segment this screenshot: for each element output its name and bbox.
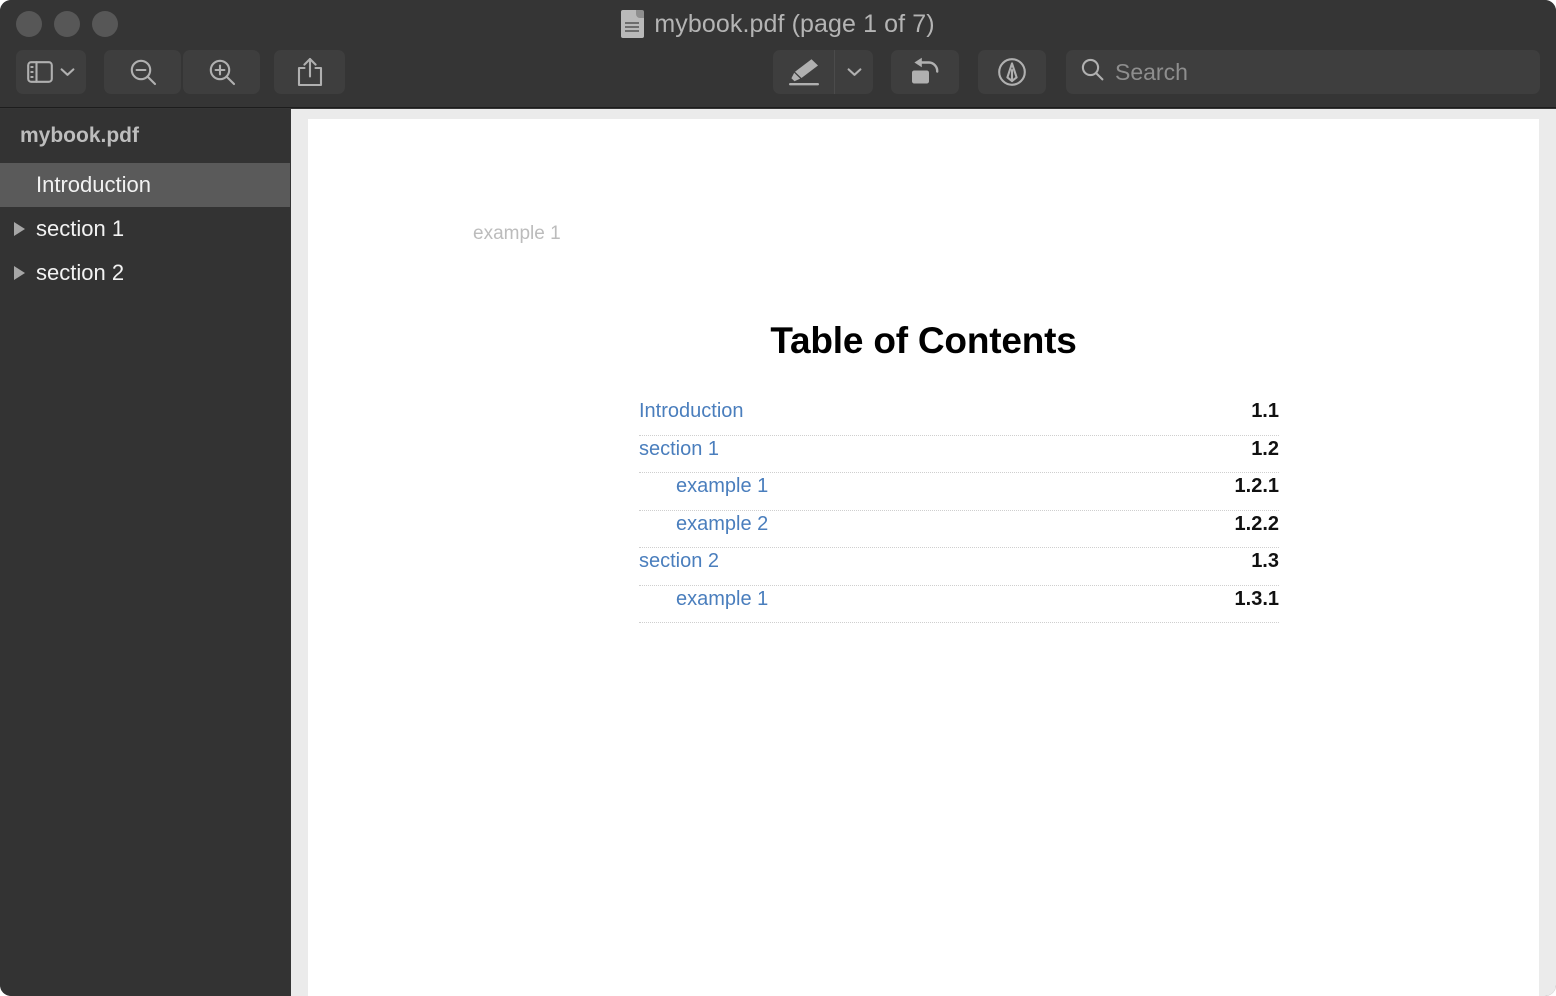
share-button[interactable] — [274, 50, 345, 94]
toc-entry-link[interactable]: section 2 — [639, 548, 719, 574]
toc-entry-number: 1.1 — [1251, 400, 1279, 422]
zoom-in-icon — [206, 56, 238, 88]
sidebar-item-section-2[interactable]: section 2 — [0, 251, 290, 295]
toc-entry-link[interactable]: example 2 — [676, 511, 768, 537]
zoom-in-button[interactable] — [183, 50, 260, 94]
window-title: mybook.pdf (page 1 of 7) — [654, 9, 935, 38]
toc-entry[interactable]: Introduction 1.1 — [639, 398, 1279, 436]
sidebar-item-introduction[interactable]: Introduction — [0, 163, 290, 207]
rotate-left-icon — [908, 57, 942, 87]
highlight-button[interactable] — [773, 50, 873, 94]
toc-entry-link[interactable]: example 1 — [676, 473, 768, 499]
toc-entry[interactable]: example 2 1.2.2 — [639, 511, 1279, 548]
toc-entry-number: 1.2 — [1251, 437, 1279, 460]
pdf-page: example 1 Table of Contents Introduction… — [308, 119, 1539, 996]
minimize-button[interactable] — [54, 11, 80, 37]
window-title-area: mybook.pdf (page 1 of 7) — [0, 6, 1556, 42]
markup-button[interactable] — [978, 50, 1046, 94]
chevron-down-icon — [60, 67, 75, 77]
sidebar-item-label: section 1 — [36, 216, 125, 241]
toc-entry[interactable]: example 1 1.2.1 — [639, 473, 1279, 511]
window-controls — [16, 11, 118, 37]
page-title: Table of Contents — [770, 320, 1077, 361]
toc-entry-link[interactable]: Introduction — [639, 398, 744, 424]
highlighter-pen-icon[interactable] — [773, 50, 835, 94]
disclosure-triangle-icon[interactable] — [14, 222, 36, 236]
close-button[interactable] — [16, 11, 42, 37]
sidebar-icon — [27, 61, 53, 83]
zoom-out-button[interactable] — [104, 50, 181, 94]
share-icon — [297, 57, 323, 87]
toc-entry-number: 1.3.1 — [1234, 587, 1279, 610]
toc-entry[interactable]: example 1 1.3.1 — [639, 586, 1279, 623]
pdf-content-area[interactable]: example 1 Table of Contents Introduction… — [291, 109, 1556, 996]
rotate-left-button[interactable] — [891, 50, 959, 94]
pdf-document-icon — [621, 10, 645, 38]
sidebar-item-label: Introduction — [36, 172, 151, 197]
toc-entry-link[interactable]: section 1 — [639, 436, 719, 462]
zoom-out-icon — [127, 56, 159, 88]
highlight-options-chevron-down-icon[interactable] — [835, 50, 873, 94]
zoom-button[interactable] — [92, 11, 118, 37]
search-icon — [1080, 57, 1105, 87]
toc-entry[interactable]: section 1 1.2 — [639, 436, 1279, 473]
toc-entry-number: 1.2.1 — [1234, 475, 1279, 497]
page-running-header: example 1 — [473, 223, 561, 244]
preview-window: mybook.pdf (page 1 of 7) Search mybook.p… — [0, 0, 1556, 996]
sidebar-item-label: section 2 — [36, 260, 125, 285]
search-input[interactable] — [1115, 58, 1530, 86]
outline-sidebar: mybook.pdf Introduction section 1 sectio… — [0, 109, 290, 996]
toolbar: mybook.pdf (page 1 of 7) — [0, 0, 1556, 108]
sidebar-document-title: mybook.pdf — [20, 124, 139, 147]
toc-entry-number: 1.2.2 — [1234, 512, 1279, 535]
markup-pen-circle-icon — [996, 56, 1028, 88]
toc-entry-link[interactable]: example 1 — [676, 586, 768, 612]
sidebar-toggle-button[interactable] — [16, 50, 86, 94]
toc-entry-number: 1.3 — [1251, 550, 1279, 572]
table-of-contents-list: Introduction 1.1 section 1 1.2 example 1… — [639, 398, 1279, 623]
search-field[interactable] — [1066, 50, 1540, 94]
sidebar-item-section-1[interactable]: section 1 — [0, 207, 290, 251]
disclosure-triangle-icon[interactable] — [14, 266, 36, 280]
toc-entry[interactable]: section 2 1.3 — [639, 548, 1279, 586]
